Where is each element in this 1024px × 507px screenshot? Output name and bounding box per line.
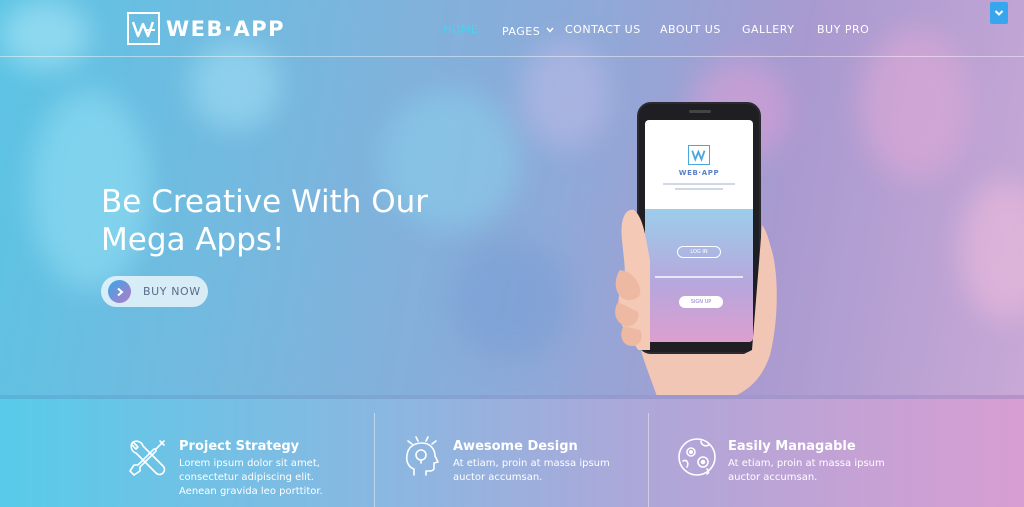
nav-pages-label: PAGES [502,25,541,38]
logo-icon [127,12,160,45]
headline-line-1: Be Creative With Our [101,184,429,220]
chevron-down-icon [546,23,554,36]
feature-divider [374,413,375,507]
chevron-right-icon [108,280,131,303]
feature-easily-managable: Easily Managable At etiam, proin at mass… [675,395,905,507]
top-navbar: WEB·APP HOME PAGES CONTACT US ABOUT US G… [0,0,1024,57]
feature-description: At etiam, proin at massa ipsum auctor ac… [728,458,885,483]
phone-screen: WEB·APP LOG IN SIGN UP [645,120,753,342]
feature-description: Lorem ipsum dolor sit amet, consectetur … [179,458,323,497]
globe-gear-icon [678,438,716,476]
tools-icon [129,440,166,476]
brand-logo[interactable]: WEB·APP [127,12,285,45]
nav-about-us[interactable]: ABOUT US [660,23,721,36]
hero-headline: Be Creative With Our Mega Apps! [101,183,461,259]
nav-buy-pro[interactable]: BUY PRO [817,23,869,36]
head-idea-icon [405,436,439,476]
brand-name: WEB·APP [166,16,286,41]
feature-title: Easily Managable [728,439,856,454]
feature-title: Project Strategy [179,439,300,454]
nav-pages[interactable]: PAGES [502,23,554,38]
feature-divider [648,413,649,507]
app-signup-button: SIGN UP [679,296,723,308]
hero-banner: WEB·APP HOME PAGES CONTACT US ABOUT US G… [0,0,1024,395]
nav-gallery[interactable]: GALLERY [742,23,794,36]
nav-home[interactable]: HOME [443,23,478,36]
headline-line-2: Mega Apps! [101,222,285,258]
buy-now-button[interactable]: BUY NOW [101,276,208,307]
nav-contact-us[interactable]: CONTACT US [565,23,641,36]
features-band: Project Strategy Lorem ipsum dolor sit a… [0,395,1024,507]
feature-description: At etiam, proin at massa ipsum auctor ac… [453,458,610,483]
feature-awesome-design: Awesome Design At etiam, proin at massa … [400,395,630,507]
app-login-button: LOG IN [677,246,721,258]
feature-project-strategy: Project Strategy Lorem ipsum dolor sit a… [126,395,356,507]
chevron-down-icon [994,10,1004,16]
app-logo-icon [688,145,710,165]
feature-title: Awesome Design [453,439,578,454]
phone-mockup: WEB·APP LOG IN SIGN UP [637,102,761,354]
scroll-toggle-button[interactable] [990,2,1008,24]
buy-now-label: BUY NOW [143,285,201,298]
app-brand-name: WEB·APP [678,169,720,177]
